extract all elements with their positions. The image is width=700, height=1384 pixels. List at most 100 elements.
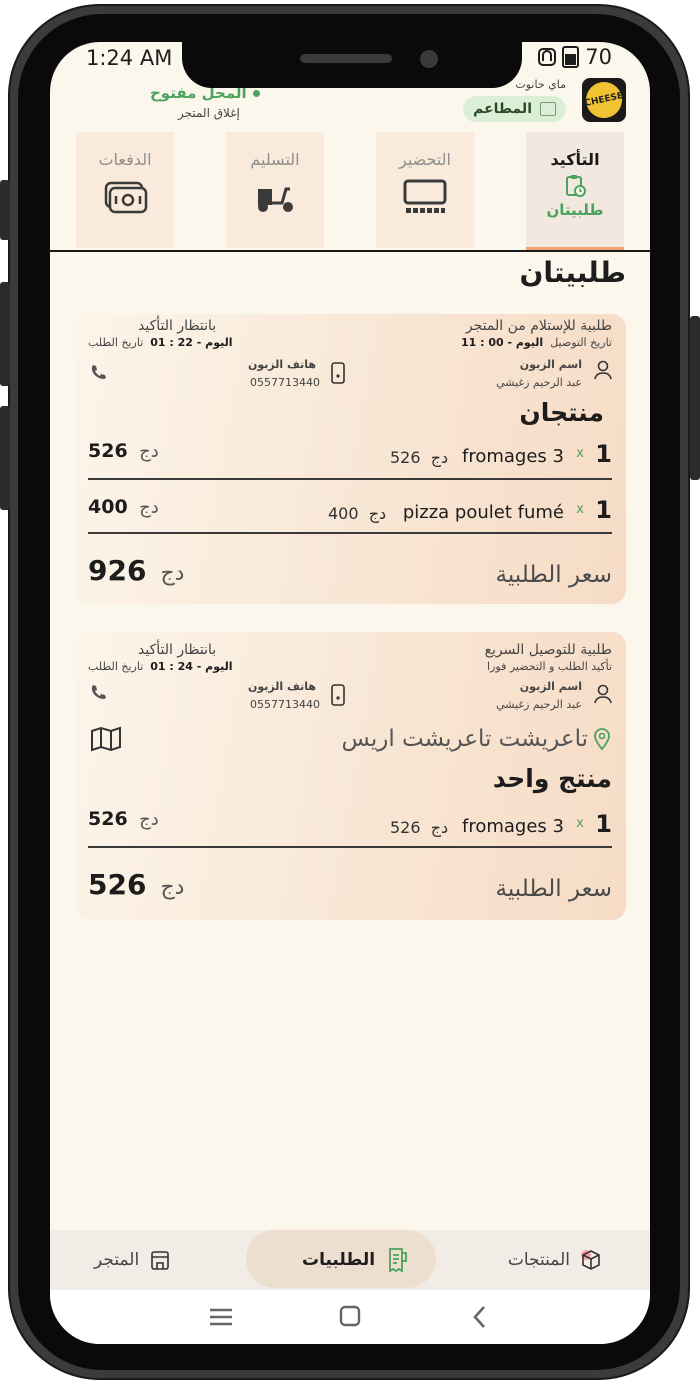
currency: دج	[160, 875, 185, 900]
map-icon[interactable]	[90, 726, 122, 752]
currency: دج	[139, 497, 159, 518]
order-total-value: 926	[88, 554, 147, 587]
back-icon[interactable]	[470, 1304, 490, 1330]
line-total: دج 400	[88, 496, 159, 518]
order-total: دج 526	[88, 868, 184, 901]
brand-logo[interactable]: CHEESE	[582, 78, 626, 122]
notch	[182, 42, 522, 88]
unit-price: 526	[390, 818, 421, 837]
customer-name-label: اسم الزبون	[519, 358, 582, 371]
delivery-date-value: اليوم - 00 : 11	[460, 336, 544, 349]
products-count: منتج واحد	[492, 764, 612, 793]
tab-label: التأكيد	[550, 150, 600, 169]
item-qty: 1	[595, 810, 612, 838]
item-qty: 1	[595, 496, 612, 524]
customer-name: عبد الرحيم زغيشي	[496, 698, 582, 711]
delivery-address: تاعريشت تاعريشت اريس	[341, 726, 589, 752]
customer-name-label: اسم الزبون	[519, 680, 582, 693]
receipt-icon	[389, 1248, 407, 1273]
order-date-value: اليوم - 22 : 01	[150, 336, 233, 349]
battery-level: 70	[585, 45, 612, 69]
phone-label: هاتف الزبون	[248, 358, 316, 371]
item-name: fromages 3	[462, 816, 564, 837]
order-total-label: سعر الطلبية	[495, 562, 612, 588]
order-type: طلبية للإستلام من المتجر	[465, 318, 612, 334]
tab-label: الدفعات	[98, 150, 152, 169]
item-unit-price: دج 526	[390, 448, 448, 467]
tab-preparation[interactable]: التحضير	[376, 132, 474, 248]
app-screen: 1:24 AM 70 CHEESE ماي حانوت المطاعم المح…	[50, 42, 650, 1344]
nav-products[interactable]: المنتجات	[508, 1230, 602, 1290]
order-status: بانتظار التأكيد	[138, 642, 217, 658]
tab-payments[interactable]: الدفعات	[76, 132, 174, 248]
order-date: اليوم - 22 : 01 تاريخ الطلب	[88, 336, 233, 349]
currency: دج	[160, 561, 185, 586]
tab-confirmation[interactable]: التأكيد طلبيتان	[526, 132, 624, 250]
currency: دج	[430, 448, 449, 467]
nav-store[interactable]: المتجر	[94, 1230, 171, 1290]
location-pin-icon	[594, 728, 610, 750]
order-date-value: اليوم - 24 : 01	[150, 660, 233, 673]
scooter-icon	[252, 179, 298, 215]
times-sign: x	[576, 446, 584, 461]
times-sign: x	[576, 502, 584, 517]
unit-price: 526	[390, 448, 421, 467]
item-unit-price: دج 400	[328, 504, 386, 523]
tab-count: طلبيتان	[546, 201, 604, 219]
order-total-value: 526	[88, 868, 147, 901]
recent-apps-icon[interactable]	[208, 1304, 234, 1330]
order-total: دج 926	[88, 554, 184, 587]
item-name: pizza poulet fumé	[402, 502, 564, 523]
logo-text: CHEESE	[582, 78, 626, 122]
nav-label: المتجر	[94, 1250, 140, 1270]
status-time: 1:24 AM	[86, 46, 173, 70]
restaurants-label: المطاعم	[473, 101, 532, 117]
order-status: بانتظار التأكيد	[138, 318, 217, 334]
line-total-value: 400	[88, 496, 128, 518]
line-total-value: 526	[88, 440, 128, 462]
volume-down-button	[0, 406, 10, 510]
page-title: طلبيتان	[519, 256, 626, 289]
divider	[88, 478, 612, 480]
order-type: طلبية للتوصيل السريع	[484, 642, 612, 658]
line-total: دج 526	[88, 440, 159, 462]
restaurants-button[interactable]: المطاعم	[463, 96, 566, 122]
order-card[interactable]: طلبية للإستلام من المتجر تاريخ التوصيل ا…	[76, 314, 626, 604]
item-name: fromages 3	[462, 446, 564, 467]
home-icon[interactable]	[338, 1304, 362, 1328]
notification-icon	[538, 48, 557, 66]
status-dot-icon	[252, 89, 260, 97]
system-navigation-bar	[50, 1290, 650, 1344]
box-icon	[581, 1250, 600, 1270]
call-icon[interactable]	[90, 364, 106, 380]
divider	[88, 532, 612, 534]
user-icon	[594, 360, 612, 380]
tab-delivery[interactable]: التسليم	[226, 132, 324, 248]
power-button	[690, 316, 700, 480]
currency: دج	[139, 441, 159, 462]
order-date: اليوم - 24 : 01 تاريخ الطلب	[88, 660, 233, 673]
order-card[interactable]: طلبية للتوصيل السريع تأكيد الطلب و التحض…	[76, 632, 626, 920]
cash-icon	[102, 179, 148, 215]
battery-icon	[562, 46, 580, 68]
customer-phone: 0557713440	[250, 376, 320, 389]
status-icons: 70	[538, 45, 612, 69]
bottom-navigation: المنتجات الطلبيات المتجر	[50, 1230, 650, 1290]
storefront-icon	[151, 1251, 170, 1270]
currency: دج	[139, 809, 159, 830]
nav-orders[interactable]: الطلبيات	[302, 1230, 409, 1290]
prep-note: تأكيد الطلب و التحضير فورا	[487, 660, 612, 673]
kitchen-display-icon	[402, 179, 448, 215]
nav-label: المنتجات	[507, 1250, 570, 1270]
order-status-tabs: التأكيد طلبيتان التحضير التسليم الدفعات	[50, 132, 650, 252]
call-icon[interactable]	[90, 684, 106, 700]
times-sign: x	[576, 816, 584, 831]
customer-name: عبد الرحيم زغيشي	[496, 376, 582, 389]
delivery-date: تاريخ التوصيل اليوم - 00 : 11	[461, 336, 612, 349]
delivery-date-label: تاريخ التوصيل	[550, 336, 612, 349]
close-store-link[interactable]: إغلاق المتجر	[178, 106, 240, 120]
phone-device-icon	[331, 684, 345, 706]
user-icon	[594, 684, 612, 704]
order-date-label: تاريخ الطلب	[88, 336, 144, 349]
order-total-label: سعر الطلبية	[495, 876, 612, 902]
